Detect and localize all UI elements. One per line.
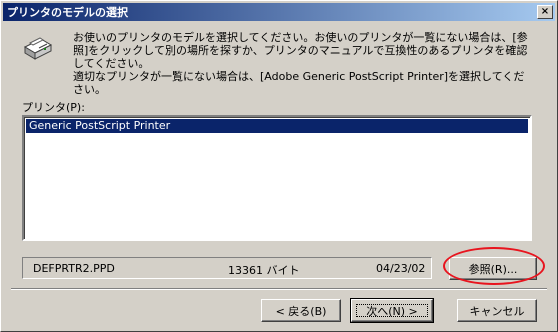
printer-model-dialog: プリンタのモデルの選択 × お使いのプリンタのモデルを選択してください。お使いの… bbox=[0, 0, 558, 332]
file-info-bar: DEFPRTR2.PPD 13361 バイト 04/23/02 bbox=[22, 257, 432, 279]
back-button[interactable]: < 戻る(B) bbox=[261, 299, 341, 322]
ppd-filename: DEFPRTR2.PPD bbox=[33, 262, 115, 275]
printer-list-label: プリンタ(P): bbox=[22, 101, 85, 114]
instructions-line-1: お使いのプリンタのモデルを選択してください。お使いのプリンタが一覧にない場合は、… bbox=[73, 31, 528, 70]
cancel-button[interactable]: キャンセル bbox=[457, 299, 537, 322]
browse-button[interactable]: 参照(R)... bbox=[449, 257, 537, 280]
title-bar[interactable]: プリンタのモデルの選択 × bbox=[3, 3, 555, 21]
instructions-line-2: 適切なプリンタが一覧にない場合は、[Adobe Generic PostScri… bbox=[73, 70, 525, 96]
printer-icon bbox=[23, 37, 53, 60]
printer-listbox[interactable]: Generic PostScript Printer bbox=[22, 115, 532, 241]
next-button[interactable]: 次へ(N) > bbox=[350, 298, 434, 323]
file-date: 04/23/02 bbox=[376, 262, 426, 275]
instructions-text: お使いのプリンタのモデルを選択してください。お使いのプリンタが一覧にない場合は、… bbox=[73, 31, 533, 96]
next-button-label: 次へ(N) > bbox=[366, 304, 418, 318]
close-icon[interactable]: × bbox=[537, 5, 553, 19]
divider bbox=[11, 288, 547, 290]
window-title: プリンタのモデルの選択 bbox=[7, 6, 128, 19]
file-size: 13361 バイト bbox=[228, 264, 300, 277]
list-item[interactable]: Generic PostScript Printer bbox=[26, 119, 528, 133]
